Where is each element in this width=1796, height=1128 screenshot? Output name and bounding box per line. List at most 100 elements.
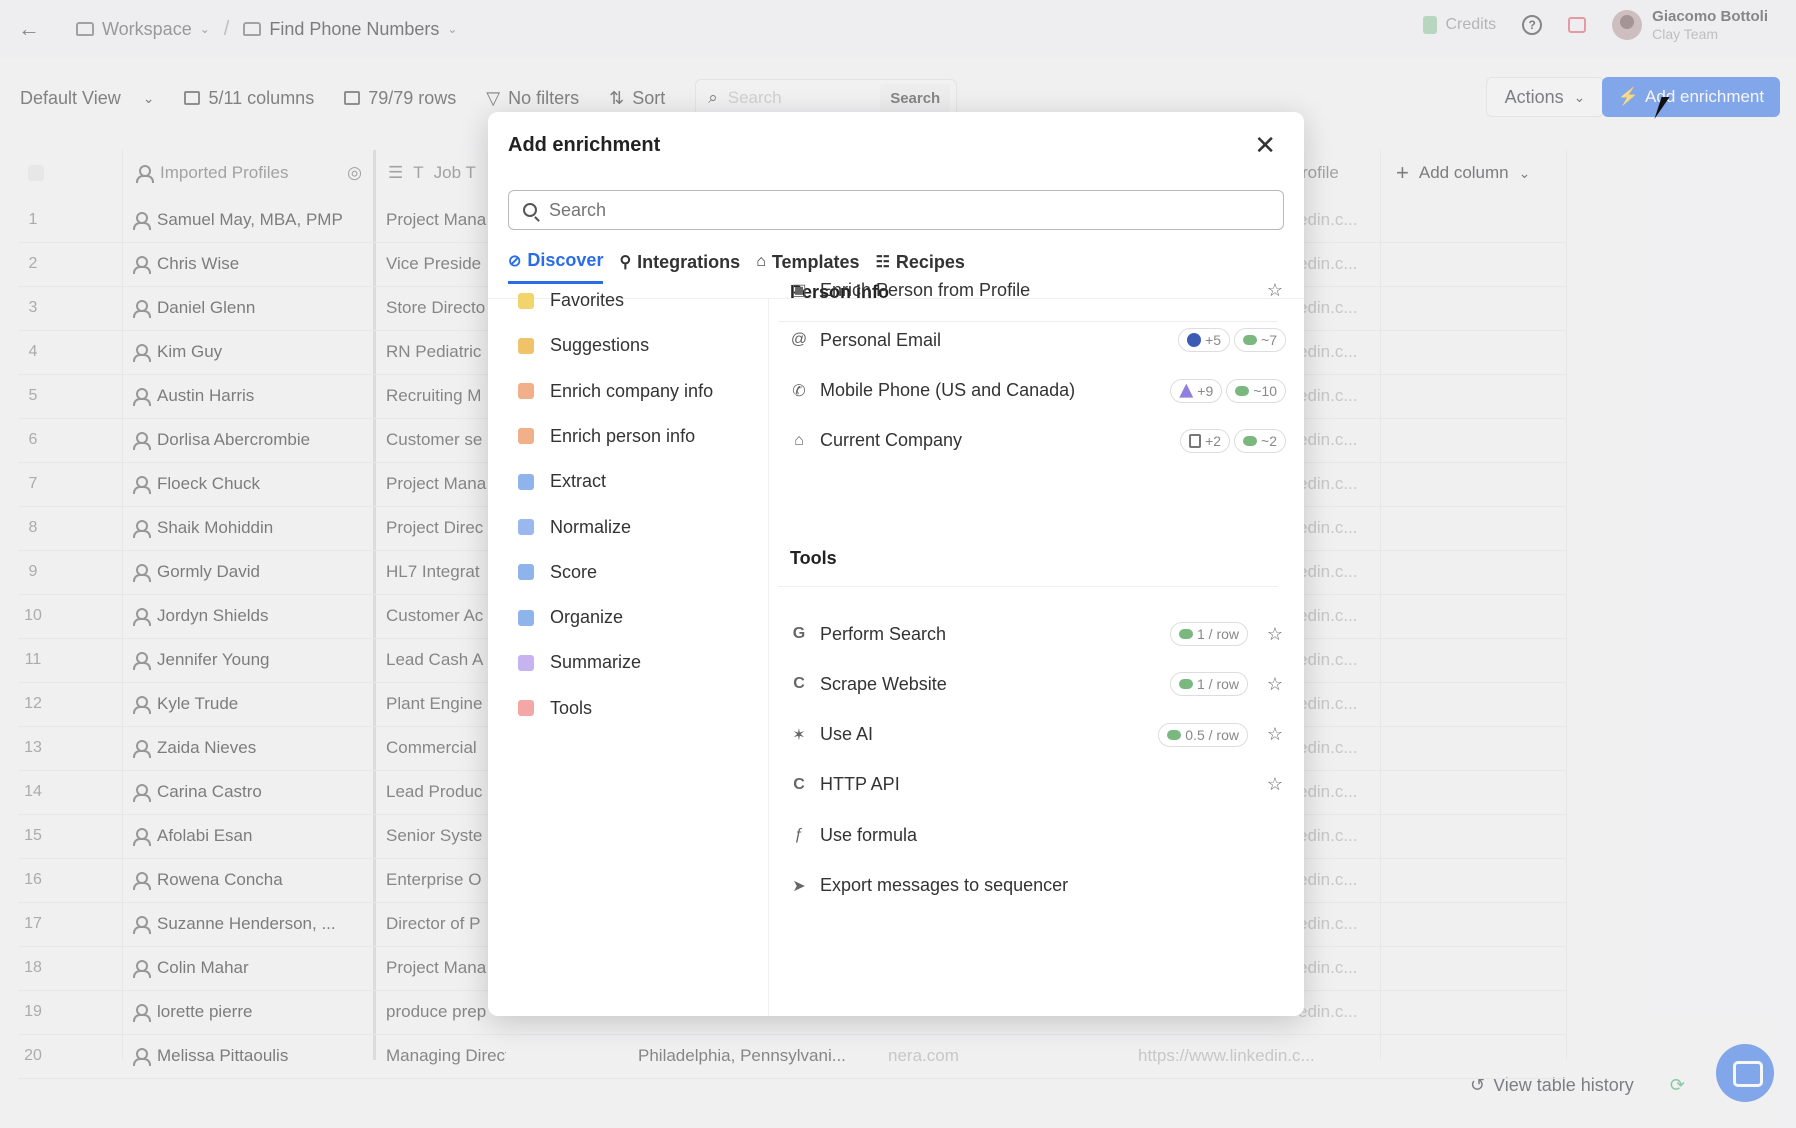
star-icon[interactable]: ☆ bbox=[1264, 280, 1286, 301]
category-label: Summarize bbox=[550, 652, 642, 673]
credits-badge: ~2 bbox=[1234, 428, 1286, 453]
category-icon bbox=[518, 700, 534, 717]
credits-cost: 1 / row bbox=[1196, 626, 1239, 642]
tool-label: Export messages to sequencer bbox=[820, 875, 1069, 895]
enrichment-enrich-person-from-profile[interactable]: ▣ Enrich Person from Profile ☆ bbox=[790, 272, 1286, 308]
credits-badge: ~7 bbox=[1234, 328, 1286, 353]
close-icon[interactable]: ✕ bbox=[1254, 130, 1276, 161]
credits-badge: 0.5 / row bbox=[1158, 722, 1248, 747]
tab-label: Templates bbox=[771, 251, 860, 272]
tab-label: Discover bbox=[527, 250, 604, 270]
providers-count: +5 bbox=[1205, 332, 1222, 349]
enrichment-label: Personal Email bbox=[820, 329, 942, 350]
credits-cost: 0.5 / row bbox=[1185, 726, 1239, 743]
enrichment-search-input[interactable] bbox=[549, 199, 1283, 221]
credits-icon bbox=[1178, 679, 1193, 690]
providers-count: +9 bbox=[1197, 382, 1214, 399]
provider-icon bbox=[1187, 333, 1202, 348]
tool-scrape-website[interactable]: C Scrape Website 1 / row ☆ bbox=[790, 666, 1286, 702]
tool-use-formula[interactable]: ƒ Use formula bbox=[790, 817, 1286, 853]
credits-icon bbox=[1167, 729, 1182, 740]
tool-label: HTTP API bbox=[820, 774, 900, 795]
category-tools[interactable]: Tools bbox=[518, 698, 592, 719]
provider-icon bbox=[1179, 383, 1194, 398]
providers-count: +2 bbox=[1205, 432, 1222, 449]
modal-title: Add enrichment bbox=[508, 134, 661, 156]
category-favorites[interactable]: Favorites bbox=[518, 290, 624, 311]
compass-icon: ⊘ bbox=[508, 252, 522, 270]
credits-icon bbox=[1243, 435, 1258, 446]
divider bbox=[778, 586, 1278, 587]
enrichment-personal-email[interactable]: @ Personal Email +5 ~7 bbox=[790, 322, 1286, 358]
category-enrich-company-info[interactable]: Enrich company info bbox=[518, 381, 713, 402]
category-icon bbox=[518, 337, 534, 354]
enrichment-current-company[interactable]: ⌂ Current Company +2 ~2 bbox=[790, 423, 1286, 459]
providers-badge: +5 bbox=[1178, 328, 1231, 353]
category-score[interactable]: Score bbox=[518, 562, 597, 583]
category-organize[interactable]: Organize bbox=[518, 607, 623, 628]
google-icon: G bbox=[792, 625, 806, 642]
category-label: Enrich person info bbox=[550, 425, 696, 446]
category-icon bbox=[518, 292, 534, 309]
category-label: Extract bbox=[550, 471, 607, 492]
category-label: Suggestions bbox=[550, 335, 650, 356]
at-icon: @ bbox=[790, 331, 808, 349]
category-normalize[interactable]: Normalize bbox=[518, 517, 631, 538]
tool-export-messages-to-sequencer[interactable]: ➤ Export messages to sequencer bbox=[790, 868, 1286, 904]
category-label: Organize bbox=[550, 607, 624, 628]
tool-label: Scrape Website bbox=[820, 673, 947, 694]
tool-label: Use formula bbox=[820, 824, 918, 845]
provider-icon bbox=[1189, 433, 1202, 448]
category-icon bbox=[518, 428, 534, 445]
credits-cost: ~2 bbox=[1261, 432, 1277, 449]
clay-icon: C bbox=[793, 675, 805, 693]
phone-icon: ✆ bbox=[792, 382, 806, 400]
category-label: Enrich company info bbox=[550, 380, 714, 401]
star-icon[interactable]: ☆ bbox=[1264, 624, 1286, 645]
enrichment-label: Current Company bbox=[820, 430, 963, 451]
tool-label: Perform Search bbox=[820, 623, 947, 644]
tab-label: Recipes bbox=[895, 251, 965, 272]
credits-icon bbox=[1243, 335, 1258, 346]
plug-icon: ⚲ bbox=[619, 254, 632, 271]
add-enrichment-modal: Add enrichment ✕ ⊘ Discover ⚲ Integrations ⌂… bbox=[488, 112, 1304, 1016]
tool-label: Use AI bbox=[820, 724, 874, 745]
tab-discover[interactable]: ⊘ Discover bbox=[508, 250, 604, 284]
enrichment-label: Mobile Phone (US and Canada) bbox=[820, 380, 1076, 401]
category-label: Score bbox=[550, 561, 598, 582]
category-icon bbox=[518, 473, 534, 490]
tab-label: Integrations bbox=[637, 251, 741, 272]
section-heading-tools: Tools bbox=[790, 548, 837, 568]
credits-badge: 1 / row bbox=[1169, 672, 1248, 697]
category-icon bbox=[518, 609, 534, 626]
send-icon: ➤ bbox=[792, 877, 806, 895]
enrichment-mobile-phone-us-and-canada[interactable]: ✆ Mobile Phone (US and Canada) +9 ~10 bbox=[790, 373, 1286, 409]
clay-icon: C bbox=[793, 775, 805, 793]
category-summarize[interactable]: Summarize bbox=[518, 652, 641, 673]
tool-use-ai[interactable]: ✶ Use AI 0.5 / row ☆ bbox=[790, 717, 1286, 753]
providers-badge: +2 bbox=[1180, 428, 1231, 453]
star-icon[interactable]: ☆ bbox=[1264, 674, 1286, 695]
category-extract[interactable]: Extract bbox=[518, 471, 606, 492]
tool-http-api[interactable]: C HTTP API ☆ bbox=[790, 767, 1286, 803]
category-icon bbox=[518, 383, 534, 400]
credits-badge: ~10 bbox=[1226, 378, 1286, 403]
building-icon: ⌂ bbox=[794, 431, 804, 449]
category-label: Normalize bbox=[550, 516, 632, 537]
providers-badge: +9 bbox=[1170, 378, 1223, 403]
credits-cost: 1 / row bbox=[1196, 676, 1239, 693]
category-suggestions[interactable]: Suggestions bbox=[518, 335, 649, 356]
star-icon[interactable]: ☆ bbox=[1264, 774, 1286, 795]
profile-icon: ▣ bbox=[791, 282, 807, 299]
tab-integrations[interactable]: ⚲ Integrations bbox=[619, 250, 740, 284]
credits-badge: 1 / row bbox=[1169, 622, 1248, 646]
credits-icon bbox=[1235, 385, 1250, 396]
credits-cost: ~7 bbox=[1261, 332, 1277, 349]
enrichment-search[interactable] bbox=[508, 190, 1284, 230]
formula-icon: ƒ bbox=[794, 826, 804, 844]
category-icon bbox=[518, 654, 534, 671]
category-enrich-person-info[interactable]: Enrich person info bbox=[518, 426, 695, 447]
tool-perform-search[interactable]: G Perform Search 1 / row ☆ bbox=[790, 616, 1286, 652]
star-icon[interactable]: ☆ bbox=[1264, 724, 1286, 745]
category-icon bbox=[518, 564, 534, 581]
